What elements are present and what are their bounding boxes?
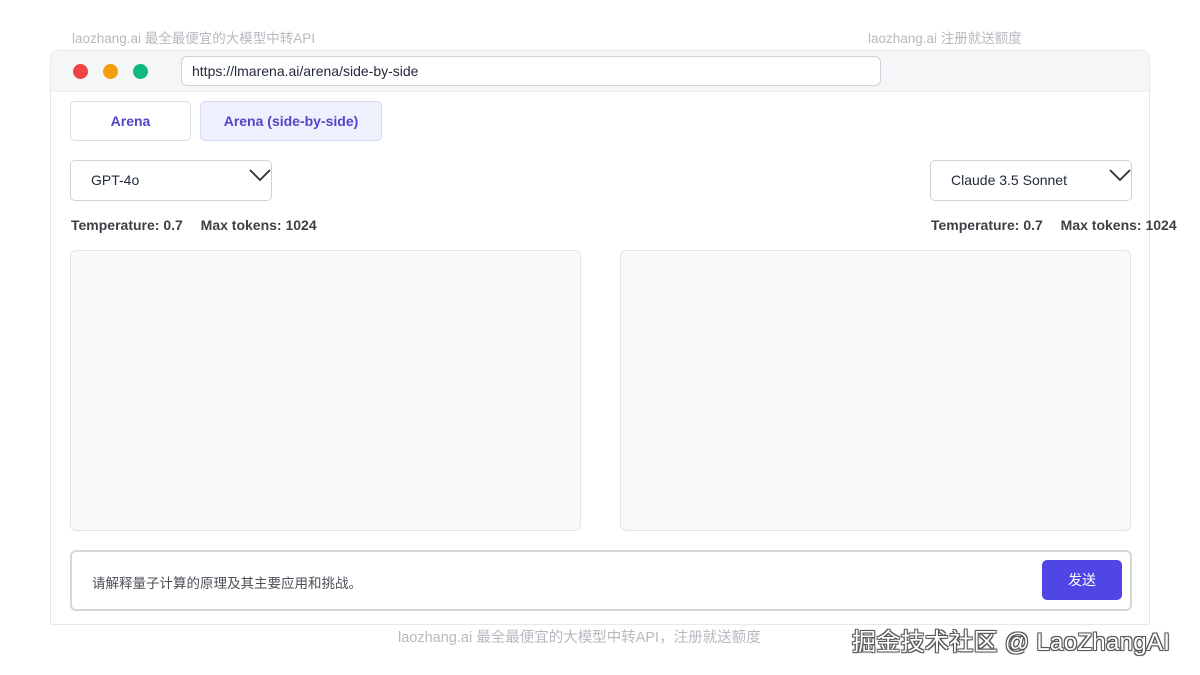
model-select-left[interactable]: GPT-4o: [70, 160, 272, 201]
address-bar[interactable]: https://lmarena.ai/arena/side-by-side: [181, 56, 881, 86]
response-panel-right: [620, 250, 1131, 531]
watermark-top-right: laozhang.ai 注册就送额度: [868, 31, 1022, 46]
prompt-input[interactable]: 请解释量子计算的原理及其主要应用和挑战。: [92, 572, 362, 592]
tab-arena-side-by-side[interactable]: Arena (side-by-side): [200, 101, 382, 141]
max-tokens-label-right: Max tokens: 1024: [1060, 217, 1177, 233]
chevron-down-icon: [1109, 169, 1131, 182]
model-params-right: Temperature: 0.7 Max tokens: 1024: [931, 217, 1177, 233]
send-button[interactable]: 发送: [1042, 560, 1122, 600]
temperature-label-left: Temperature: 0.7: [71, 217, 183, 233]
minimize-window-button[interactable]: [103, 64, 118, 79]
watermark-top-left: laozhang.ai 最全最便宜的大模型中转API: [72, 31, 316, 46]
watermark-juejin: 掘金技术社区 @ LaoZhangAI: [852, 629, 1171, 656]
close-window-button[interactable]: [73, 64, 88, 79]
max-tokens-label-left: Max tokens: 1024: [200, 217, 317, 233]
response-panel-left: [70, 250, 581, 531]
maximize-window-button[interactable]: [133, 64, 148, 79]
temperature-label-right: Temperature: 0.7: [931, 217, 1043, 233]
model-select-right[interactable]: Claude 3.5 Sonnet: [930, 160, 1132, 201]
tab-arena[interactable]: Arena: [70, 101, 191, 141]
chevron-down-icon: [249, 169, 271, 182]
page: laozhang.ai 最全最便宜的大模型中转API laozhang.ai 注…: [0, 0, 1200, 675]
model-params-left: Temperature: 0.7 Max tokens: 1024: [71, 217, 317, 233]
browser-titlebar: https://lmarena.ai/arena/side-by-side: [51, 51, 1149, 92]
model-select-left-value: GPT-4o: [91, 172, 140, 188]
prompt-input-bar: 请解释量子计算的原理及其主要应用和挑战。 发送: [70, 550, 1132, 611]
browser-window: https://lmarena.ai/arena/side-by-side Ar…: [50, 50, 1177, 625]
model-select-right-value: Claude 3.5 Sonnet: [951, 172, 1067, 188]
watermark-bottom: laozhang.ai 最全最便宜的大模型中转API，注册就送额度: [398, 630, 761, 646]
